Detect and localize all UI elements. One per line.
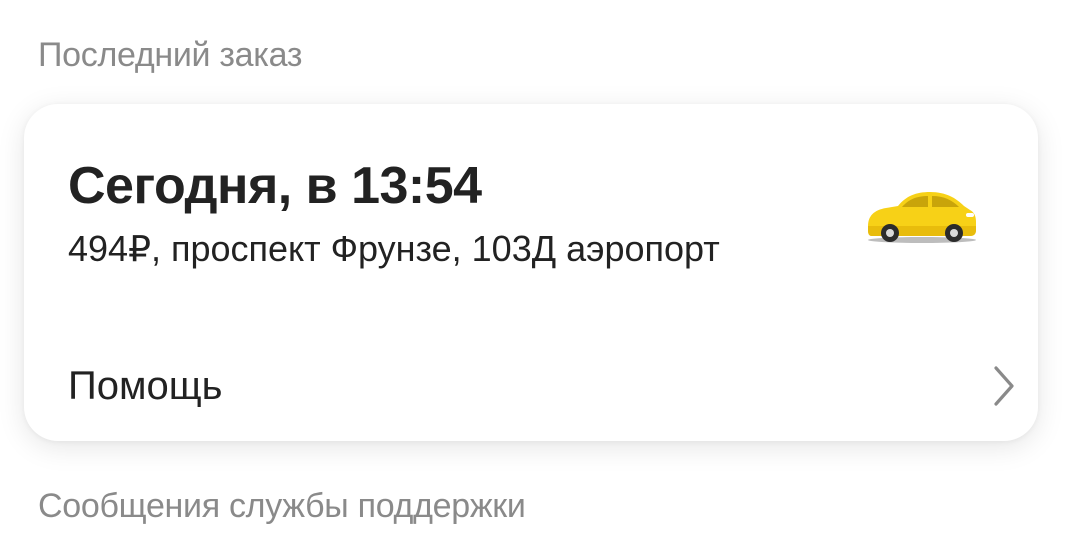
last-order-row[interactable]: Сегодня, в 13:54 494₽, проспект Фрунзе, … xyxy=(24,104,1038,304)
chevron-right-icon xyxy=(994,366,1014,406)
support-messages-section-title: Сообщения службы поддержки xyxy=(38,487,526,525)
last-order-card: Сегодня, в 13:54 494₽, проспект Фрунзе, … xyxy=(24,104,1038,441)
order-date-time: Сегодня, в 13:54 xyxy=(68,157,482,215)
help-label: Помощь xyxy=(68,364,223,408)
help-row[interactable]: Помощь xyxy=(24,336,1038,436)
yellow-taxi-car-icon xyxy=(868,192,976,243)
last-order-section-title: Последний заказ xyxy=(38,36,303,74)
order-price-address: 494₽, проспект Фрунзе, 103Д аэропорт xyxy=(68,228,720,269)
